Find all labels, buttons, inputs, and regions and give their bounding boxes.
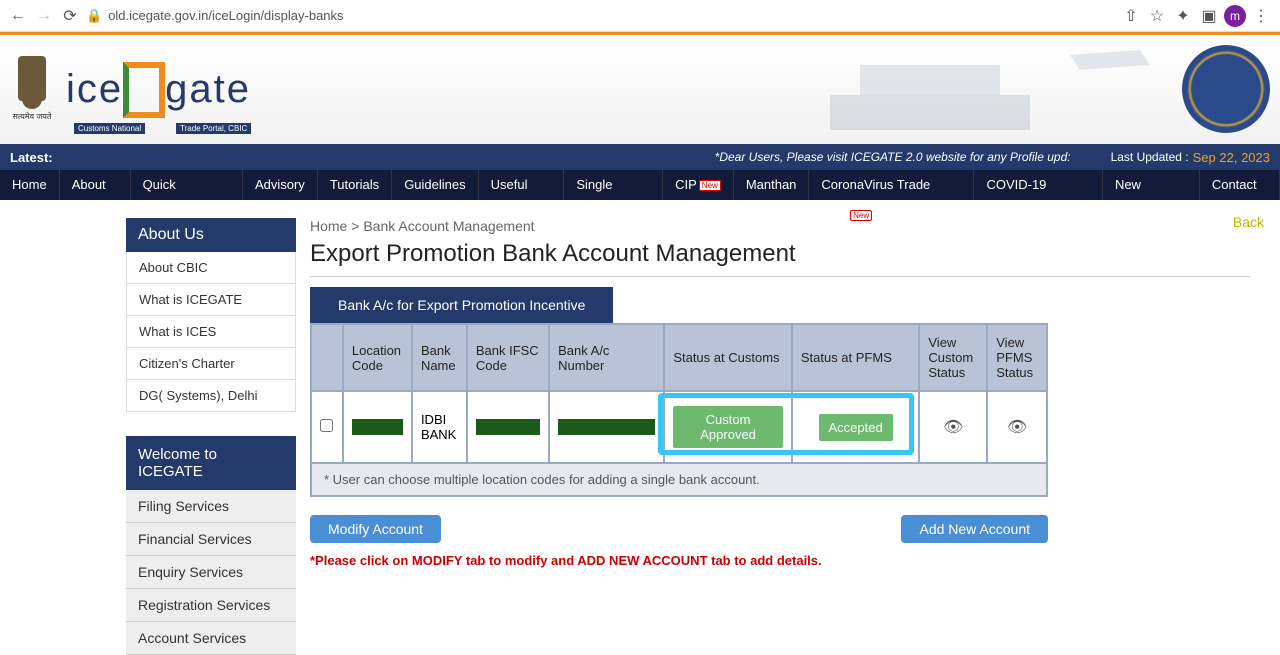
modify-account-button[interactable]: Modify Account (310, 515, 441, 543)
site-logo[interactable]: ice gate (66, 62, 251, 118)
bank-account-table: Location CodeBank NameBank IFSC CodeBank… (310, 323, 1048, 464)
breadcrumb-current: Bank Account Management (363, 218, 534, 234)
logo-text-gate: gate (165, 67, 251, 112)
nav-item[interactable]: Home (0, 170, 60, 200)
table-note: * User can choose multiple location code… (310, 464, 1048, 497)
sidebar-item[interactable]: What is ICES (126, 316, 296, 348)
logo-text-ice: ice (66, 67, 123, 112)
sidebar: About Us About CBICWhat is ICEGATEWhat i… (126, 218, 296, 655)
header-ship-graphic (790, 45, 1170, 140)
sidebar-item[interactable]: About CBIC (126, 252, 296, 284)
sidebar-welcome-header: Welcome to ICEGATE (126, 436, 296, 490)
cbic-emblem (1182, 45, 1270, 133)
emblem-motto: सत्यमेव जयते (13, 111, 52, 122)
breadcrumb-home[interactable]: Home (310, 218, 347, 234)
sidebar-item[interactable]: Registration Services (126, 589, 296, 622)
nav-item[interactable]: About Us (60, 170, 131, 200)
column-header (311, 324, 343, 391)
browser-url-bar[interactable]: 🔒 old.icegate.gov.in/iceLogin/display-ba… (86, 8, 344, 24)
tab-bar: Bank A/c for Export Promotion Incentive (310, 287, 1250, 323)
latest-ticker[interactable]: *Dear Users, Please visit ICEGATE 2.0 we… (53, 150, 1111, 164)
lock-icon: 🔒 (86, 8, 102, 24)
view-custom-status-icon[interactable]: 👁 (943, 419, 963, 436)
sidebar-item[interactable]: Filing Services (126, 490, 296, 523)
site-header: सत्यमेव जयते ice gate Customs National T… (0, 32, 1280, 144)
status-pfms-badge: Accepted (819, 414, 893, 441)
panel-icon[interactable]: ▣ (1198, 5, 1220, 27)
back-link[interactable]: Back (1233, 214, 1264, 230)
tab-export-promotion[interactable]: Bank A/c for Export Promotion Incentive (310, 287, 613, 323)
bank-name-cell: IDBI BANK (412, 391, 467, 463)
nav-item[interactable]: New Initiatives (1103, 170, 1200, 200)
kebab-menu-icon[interactable]: ⋮ (1250, 5, 1272, 27)
latest-bar: Latest: *Dear Users, Please visit ICEGAT… (0, 144, 1280, 170)
sidebar-item[interactable]: What is ICEGATE (126, 284, 296, 316)
browser-chrome: ← → ⟳ 🔒 old.icegate.gov.in/iceLogin/disp… (0, 0, 1280, 32)
url-text: old.icegate.gov.in/iceLogin/display-bank… (108, 8, 343, 23)
logo-square-icon (123, 62, 165, 118)
nav-item[interactable]: Tutorials (318, 170, 392, 200)
location-code-redacted (352, 419, 403, 435)
column-header: View Custom Status (919, 324, 987, 391)
status-customs-badge: Custom Approved (673, 406, 783, 448)
nav-item[interactable]: Useful Links (479, 170, 565, 200)
new-badge: New (699, 180, 721, 191)
browser-forward-icon[interactable]: → (34, 6, 54, 26)
column-header: Bank Name (412, 324, 467, 391)
nav-item[interactable]: Advisory (243, 170, 318, 200)
ifsc-redacted (476, 419, 540, 435)
sidebar-item[interactable]: DG( Systems), Delhi (126, 380, 296, 412)
sidebar-item[interactable]: Citizen's Charter (126, 348, 296, 380)
latest-label: Latest: (10, 150, 53, 165)
breadcrumb-sep: > (351, 218, 359, 234)
column-header: Bank A/c Number (549, 324, 664, 391)
warning-text: *Please click on MODIFY tab to modify an… (310, 553, 1250, 568)
nav-item[interactable]: Contact Us (1200, 170, 1280, 200)
breadcrumb: Home > Bank Account Management (310, 218, 1250, 234)
nav-item[interactable]: COVID-19 Measures (974, 170, 1103, 200)
nav-item[interactable]: CoronaVirus Trade HelpNew (809, 170, 974, 200)
nav-item[interactable]: Guidelines (392, 170, 478, 200)
column-header: Status at PFMS (792, 324, 920, 391)
page-title: Export Promotion Bank Account Management (310, 240, 1250, 277)
share-icon[interactable]: ⇧ (1120, 5, 1142, 27)
main-nav: HomeAbout UsQuick InformationAdvisoryTut… (0, 170, 1280, 200)
browser-back-icon[interactable]: ← (8, 6, 28, 26)
sidebar-item[interactable]: Enquiry Services (126, 556, 296, 589)
sidebar-item[interactable]: Financial Services (126, 523, 296, 556)
nav-item[interactable]: CIPNew (663, 170, 734, 200)
main-content: Home > Bank Account Management Export Pr… (296, 218, 1270, 655)
last-updated-label: Last Updated : (1111, 150, 1189, 164)
nav-item[interactable]: Single Window (564, 170, 663, 200)
table-row: IDBI BANK Custom Approved Accepted 👁 👁 (311, 391, 1047, 463)
last-updated-date: Sep 22, 2023 (1193, 150, 1270, 165)
column-header: Location Code (343, 324, 412, 391)
nav-item[interactable]: Quick Information (131, 170, 243, 200)
column-header: View PFMS Status (987, 324, 1047, 391)
extensions-icon[interactable]: ✦ (1172, 5, 1194, 27)
logo-sub1: Customs National (74, 123, 145, 134)
sidebar-about-header: About Us (126, 218, 296, 252)
action-bar: Modify Account Add New Account (310, 515, 1048, 543)
row-checkbox[interactable] (320, 419, 333, 432)
star-icon[interactable]: ☆ (1146, 5, 1168, 27)
browser-reload-icon[interactable]: ⟳ (60, 6, 80, 26)
add-new-account-button[interactable]: Add New Account (901, 515, 1048, 543)
profile-avatar[interactable]: m (1224, 5, 1246, 27)
column-header: Bank IFSC Code (467, 324, 549, 391)
national-emblem: सत्यमेव जयते (8, 51, 56, 129)
column-header: Status at Customs (664, 324, 792, 391)
account-number-redacted (558, 419, 655, 435)
logo-sub2: Trade Portal, CBIC (176, 123, 251, 134)
sidebar-item[interactable]: Account Services (126, 622, 296, 655)
view-pfms-status-icon[interactable]: 👁 (1007, 419, 1027, 436)
nav-item[interactable]: Manthan (734, 170, 810, 200)
